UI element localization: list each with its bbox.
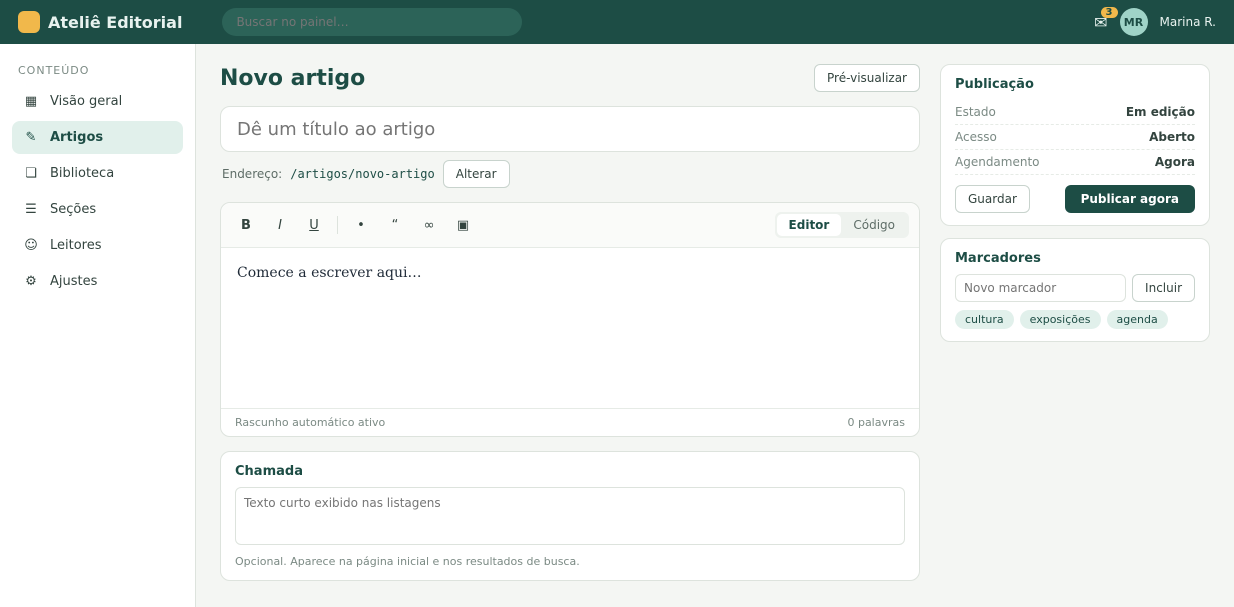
- rail-item-label: Ajustes: [50, 274, 98, 289]
- excerpt-hint: Opcional. Aparece na página inicial e no…: [235, 555, 580, 568]
- slug-label: Endereço:: [222, 167, 283, 181]
- slug-value: /artigos/novo-artigo: [290, 167, 435, 181]
- rail-item-readers[interactable]: ☺ Leitores: [12, 229, 183, 262]
- people-icon: ☺: [24, 238, 38, 253]
- tag-chip[interactable]: agenda: [1106, 310, 1168, 329]
- add-tag-button[interactable]: Incluir: [1132, 274, 1195, 302]
- dashboard-search-input[interactable]: [222, 8, 523, 36]
- edit-slug-button[interactable]: Alterar: [442, 160, 510, 188]
- editor-mode-switch: Editor Código: [774, 212, 909, 238]
- rail-item-label: Leitores: [50, 238, 102, 253]
- list-icon: ☰: [25, 202, 37, 217]
- rail-item-library[interactable]: ❏ Biblioteca: [12, 157, 183, 190]
- bell-icon[interactable]: ✉ 3: [1094, 6, 1118, 32]
- save-button[interactable]: Guardar: [955, 185, 1030, 213]
- image-icon[interactable]: ▣: [448, 211, 478, 239]
- excerpt-field[interactable]: [235, 487, 905, 545]
- brand[interactable]: Ateliê Editorial: [18, 11, 182, 33]
- meta-value[interactable]: Agora: [1155, 155, 1195, 169]
- toolbar-divider: [337, 216, 338, 234]
- preview-button[interactable]: Pré-visualizar: [814, 64, 920, 92]
- notification-count-badge: 3: [1100, 6, 1118, 18]
- grid-icon: ▦: [24, 94, 38, 109]
- rail-heading: Conteúdo: [18, 64, 90, 77]
- mode-code-tab[interactable]: Código: [841, 214, 907, 236]
- tags-panel-title: Marcadores: [955, 251, 1041, 266]
- rich-text-editor: B I U • “ ∞ ▣ Editor Código Comece a esc…: [220, 202, 920, 437]
- user-area: ✉ 3 MR Marina R.: [1094, 6, 1216, 36]
- tag-chip[interactable]: exposições: [1019, 310, 1101, 329]
- rail-item-label: Artigos: [50, 130, 104, 145]
- meta-value[interactable]: Aberto: [1149, 130, 1195, 144]
- excerpt-box: Chamada Opcional. Aparece na página inic…: [220, 451, 920, 581]
- rail-item-label: Biblioteca: [50, 166, 115, 181]
- side-navigation: Conteúdo ▦ Visão geral ✎ Artigos ❏ Bibliote…: [0, 44, 196, 607]
- meta-value[interactable]: Em edição: [1126, 105, 1195, 119]
- user-name[interactable]: Marina R.: [1160, 15, 1216, 29]
- page-title: Novo artigo: [220, 65, 366, 91]
- publish-actions: Guardar Publicar agora: [955, 185, 1195, 213]
- main-content: Novo artigo Pré-visualizar Endereço: /ar…: [196, 44, 1234, 607]
- rail-item-articles[interactable]: ✎ Artigos: [12, 121, 183, 154]
- brand-name: Ateliê Editorial: [48, 12, 183, 32]
- avatar[interactable]: MR: [1119, 8, 1148, 36]
- editor-body[interactable]: Comece a escrever aqui…: [221, 248, 919, 408]
- rail-item-sections[interactable]: ☰ Seções: [12, 193, 183, 226]
- app-layout: Conteúdo ▦ Visão geral ✎ Artigos ❏ Bibliote…: [0, 44, 1234, 607]
- excerpt-title: Chamada: [235, 464, 303, 479]
- header-row: Novo artigo Pré-visualizar: [220, 64, 920, 92]
- publish-panel-title: Publicação: [955, 77, 1034, 92]
- publish-button[interactable]: Publicar agora: [1064, 185, 1195, 213]
- article-title-input[interactable]: [220, 106, 920, 152]
- meta-key: Agendamento: [955, 155, 1040, 169]
- sidebar-panels: Publicação Estado Em edição Acesso Aberto …: [940, 64, 1210, 587]
- quote-icon[interactable]: “: [380, 211, 410, 239]
- underline-icon[interactable]: U: [299, 211, 329, 239]
- meta-row-schedule: Agendamento Agora: [955, 150, 1195, 175]
- word-count: 0 palavras: [847, 416, 905, 429]
- gear-icon: ⚙: [25, 274, 37, 289]
- rail-item-label: Visão geral: [50, 94, 123, 109]
- tag-input[interactable]: [955, 274, 1127, 302]
- link-icon[interactable]: ∞: [414, 211, 444, 239]
- autosave-status: Rascunho automático ativo: [235, 416, 386, 429]
- rail-item-settings[interactable]: ⚙ Ajustes: [12, 265, 183, 298]
- meta-row-status: Estado Em edição: [955, 100, 1195, 125]
- publish-panel: Publicação Estado Em edição Acesso Aberto …: [940, 64, 1210, 226]
- brand-logo-icon: [18, 11, 40, 33]
- rail-item-label: Seções: [50, 202, 97, 217]
- meta-row-access: Acesso Aberto: [955, 125, 1195, 150]
- tag-chip[interactable]: cultura: [955, 310, 1014, 329]
- tag-chip-list: cultura exposições agenda: [955, 310, 1195, 329]
- tags-panel: Marcadores Incluir cultura exposições ag…: [940, 238, 1210, 342]
- editor-toolbar: B I U • “ ∞ ▣ Editor Código: [221, 203, 919, 248]
- meta-key: Estado: [955, 105, 996, 119]
- top-bar: Ateliê Editorial ✉3 MR Marina R.: [0, 0, 1234, 44]
- editor-status-bar: Rascunho automático ativo 0 palavras: [221, 408, 919, 436]
- editor-column: Novo artigo Pré-visualizar Endereço: /ar…: [220, 64, 920, 587]
- bullet-list-icon[interactable]: •: [346, 211, 376, 239]
- bold-icon[interactable]: B: [231, 211, 261, 239]
- pencil-icon: ✎: [25, 130, 37, 145]
- slug-row: Endereço: /artigos/novo-artigo Alterar: [222, 160, 918, 188]
- rail-item-overview[interactable]: ▦ Visão geral: [12, 85, 183, 118]
- folder-icon: ❏: [25, 166, 37, 181]
- italic-icon[interactable]: I: [265, 211, 295, 239]
- mode-rich-tab[interactable]: Editor: [776, 214, 842, 236]
- meta-key: Acesso: [955, 130, 997, 144]
- tag-entry-row: Incluir: [955, 274, 1195, 302]
